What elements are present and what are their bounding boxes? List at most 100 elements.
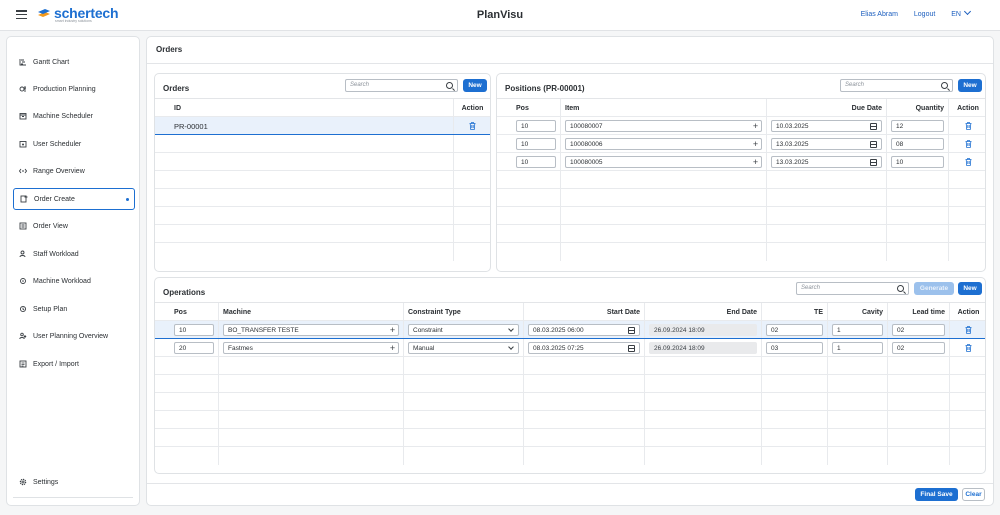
cavity-input[interactable]: 1	[832, 342, 883, 354]
generate-button[interactable]: Generate	[914, 282, 954, 295]
sidebar-item-order-create[interactable]: Order Create	[13, 188, 135, 210]
add-icon[interactable]: +	[753, 158, 758, 167]
trash-icon[interactable]	[965, 140, 972, 148]
empty-cell	[453, 207, 490, 225]
add-icon[interactable]: +	[753, 122, 758, 131]
cavity-cell: 1	[827, 339, 887, 357]
calendar-icon[interactable]	[628, 327, 635, 334]
machine-input[interactable]: Fastmes +	[223, 342, 399, 354]
due-date-picker[interactable]: 10.03.2025	[771, 120, 882, 132]
table-row	[497, 225, 985, 243]
sidebar-item-range-overview[interactable]: Range Overview	[13, 160, 135, 182]
sidebar-item-settings[interactable]: Settings	[13, 471, 135, 493]
add-icon[interactable]: +	[753, 140, 758, 149]
pos-input[interactable]: 10	[516, 156, 556, 168]
constraint-type-select[interactable]: Manual	[408, 342, 519, 354]
pos-input[interactable]: 10	[516, 120, 556, 132]
trash-icon[interactable]	[965, 122, 972, 130]
chevron-down-icon	[508, 326, 514, 332]
sidebar-item-setup-plan[interactable]: Setup Plan	[13, 298, 135, 320]
top-bar: schertech smart industry solutions PlanV…	[0, 0, 1000, 31]
quantity-cell: 08	[886, 135, 948, 153]
item-input[interactable]: 100080005 +	[565, 156, 762, 168]
quantity-input[interactable]: 10	[891, 156, 944, 168]
search-icon[interactable]	[446, 82, 453, 89]
lead-time-value: 02	[897, 326, 905, 334]
order-view-icon	[19, 222, 27, 230]
item-input[interactable]: 100080006 +	[565, 138, 762, 150]
calendar-icon[interactable]	[628, 345, 635, 352]
sidebar-item-user-planning-overview[interactable]: User Planning Overview	[13, 325, 135, 347]
sidebar-item-export-import[interactable]: Export / Import	[13, 353, 135, 375]
search-icon[interactable]	[897, 285, 904, 292]
operations-search-input[interactable]: Search	[796, 282, 909, 295]
sidebar-item-machine-workload[interactable]: Machine Workload	[13, 270, 135, 292]
empty-cell	[949, 447, 985, 465]
pos-input[interactable]: 10	[174, 324, 214, 336]
quantity-input[interactable]: 12	[891, 120, 944, 132]
start-date-picker[interactable]: 08.03.2025 07:25	[528, 342, 640, 354]
trash-icon[interactable]	[965, 344, 972, 352]
sidebar-item-machine-scheduler[interactable]: Machine Scheduler	[13, 105, 135, 127]
lead-time-input[interactable]: 02	[892, 324, 945, 336]
sidebar-item-production-planning[interactable]: Production Planning	[13, 78, 135, 100]
sidebar-item-user-scheduler[interactable]: User Scheduler	[13, 133, 135, 155]
empty-cell	[644, 393, 761, 411]
orders-new-button[interactable]: New	[463, 79, 487, 92]
te-input[interactable]: 02	[766, 324, 823, 336]
te-input[interactable]: 03	[766, 342, 823, 354]
end-date-cell: 26.09.2024 18:09	[644, 339, 761, 357]
table-row[interactable]: PR-00001	[155, 117, 490, 135]
due-date-picker[interactable]: 13.03.2025	[771, 156, 882, 168]
empty-cell	[644, 429, 761, 447]
trash-icon[interactable]	[965, 326, 972, 334]
due-date-picker[interactable]: 13.03.2025	[771, 138, 882, 150]
machine-input[interactable]: BO_TRANSFER TESTE +	[223, 324, 399, 336]
pos-input[interactable]: 20	[174, 342, 214, 354]
pos-input[interactable]: 10	[516, 138, 556, 150]
orders-search-input[interactable]: Search	[345, 79, 458, 92]
empty-cell	[948, 243, 985, 261]
user-name-link[interactable]: Elias Abram	[861, 11, 898, 18]
sidebar-item-label: User Planning Overview	[33, 332, 109, 340]
empty-cell	[218, 447, 403, 465]
clear-button[interactable]: Clear	[962, 488, 985, 501]
cavity-input[interactable]: 1	[832, 324, 883, 336]
positions-new-button[interactable]: New	[958, 79, 982, 92]
empty-cell	[761, 411, 827, 429]
column-header-cavity: Cavity	[827, 303, 887, 321]
empty-cell	[403, 375, 523, 393]
add-icon[interactable]: +	[390, 326, 395, 335]
lead-time-input[interactable]: 02	[892, 342, 945, 354]
start-date-picker[interactable]: 08.03.2025 06:00	[528, 324, 640, 336]
column-header-end-date: End Date	[644, 303, 761, 321]
trash-icon[interactable]	[965, 158, 972, 166]
search-icon[interactable]	[941, 82, 948, 89]
end-date-value: 26.09.2024 18:09	[654, 326, 705, 334]
table-row[interactable]: 10 BO_TRANSFER TESTE + Constraint 08.03.2…	[155, 321, 985, 339]
language-select[interactable]: EN	[951, 7, 972, 18]
calendar-icon[interactable]	[870, 141, 877, 148]
sidebar-item-staff-workload[interactable]: Staff Workload	[13, 243, 135, 265]
constraint-type-select[interactable]: Constraint	[408, 324, 519, 336]
operations-new-button[interactable]: New	[958, 282, 982, 295]
add-icon[interactable]: +	[390, 344, 395, 353]
final-save-button[interactable]: Final Save	[915, 488, 958, 501]
sidebar-item-order-view[interactable]: Order View	[13, 215, 135, 237]
empty-cell	[560, 225, 766, 243]
item-input[interactable]: 100080007 +	[565, 120, 762, 132]
item-cell: 100080007 +	[560, 117, 766, 135]
machine-cell: Fastmes +	[218, 339, 403, 357]
end-date-value: 26.09.2024 18:09	[654, 344, 705, 352]
quantity-input[interactable]: 08	[891, 138, 944, 150]
calendar-icon[interactable]	[870, 123, 877, 130]
range-icon	[19, 168, 27, 174]
empty-cell	[523, 375, 644, 393]
table-row	[155, 207, 490, 225]
empty-cell	[886, 189, 948, 207]
positions-search-input[interactable]: Search	[840, 79, 953, 92]
logout-link[interactable]: Logout	[914, 11, 935, 18]
sidebar-item-gantt-chart[interactable]: Gantt Chart	[13, 51, 135, 73]
calendar-icon[interactable]	[870, 159, 877, 166]
trash-icon[interactable]	[469, 122, 476, 130]
